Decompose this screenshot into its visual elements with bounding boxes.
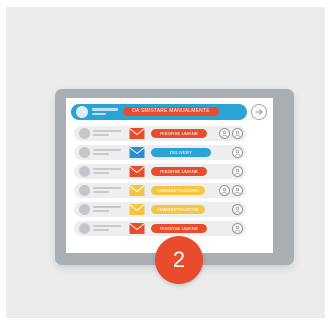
- envelope-icon: [129, 166, 145, 177]
- avatar: [79, 128, 90, 139]
- email-row[interactable]: RISORSE UMANE: [74, 164, 246, 179]
- sender-subject-placeholder: [92, 113, 106, 115]
- avatar: [79, 147, 90, 158]
- sender-name-placeholder: [92, 108, 118, 111]
- category-tag: RISORSE UMANE: [151, 167, 207, 176]
- envelope-icon: [129, 185, 145, 196]
- sender-subject-placeholder: [93, 134, 109, 136]
- category-tag: RISORSE UMANE: [151, 129, 207, 138]
- sender-subject-placeholder: [93, 153, 109, 155]
- user-icon[interactable]: [219, 185, 230, 196]
- email-row[interactable]: RISORSE UMANE: [74, 221, 246, 236]
- sender-name-placeholder: [93, 130, 121, 132]
- sender-subject-placeholder: [93, 191, 109, 193]
- sender-name-placeholder: [93, 149, 121, 151]
- envelope-icon: [129, 204, 145, 215]
- sender-name-placeholder: [93, 187, 121, 189]
- user-icon[interactable]: [232, 166, 243, 177]
- email-row[interactable]: RISORSE UMANE: [74, 126, 246, 141]
- avatar: [79, 166, 90, 177]
- category-tag: AMMINISTRAZIONE: [151, 186, 205, 195]
- sender-subject-placeholder: [93, 172, 109, 174]
- sender-name-placeholder: [93, 225, 121, 227]
- avatar: [76, 106, 88, 118]
- avatar: [79, 223, 90, 234]
- user-icon[interactable]: [232, 223, 243, 234]
- sender-name-placeholder: [93, 168, 121, 170]
- category-tag: AMMINISTRAZIONE: [151, 205, 205, 214]
- email-row[interactable]: AMMINISTRAZIONE: [74, 183, 246, 198]
- user-icon[interactable]: [232, 147, 243, 158]
- category-tag: DELIVERY: [151, 148, 211, 157]
- next-button[interactable]: [251, 104, 267, 120]
- sender-name-placeholder: [93, 206, 121, 208]
- user-icon[interactable]: [232, 128, 243, 139]
- sender-subject-placeholder: [93, 210, 109, 212]
- avatar: [79, 204, 90, 215]
- unsorted-banner: DA SMISTARE MANUALMENTE: [123, 107, 219, 116]
- sender-subject-placeholder: [93, 229, 109, 231]
- user-icon[interactable]: [219, 128, 230, 139]
- category-tag: RISORSE UMANE: [151, 224, 207, 233]
- avatar: [79, 185, 90, 196]
- step-badge: 2: [155, 236, 203, 284]
- email-row[interactable]: DELIVERY: [74, 145, 246, 160]
- email-row-unsorted[interactable]: DA SMISTARE MANUALMENTE: [71, 104, 247, 120]
- arrow-right-icon: [255, 109, 263, 115]
- user-icon[interactable]: [232, 204, 243, 215]
- envelope-icon: [129, 128, 145, 139]
- envelope-icon: [129, 147, 145, 158]
- user-icon[interactable]: [232, 185, 243, 196]
- email-row[interactable]: AMMINISTRAZIONE: [74, 202, 246, 217]
- envelope-icon: [129, 223, 145, 234]
